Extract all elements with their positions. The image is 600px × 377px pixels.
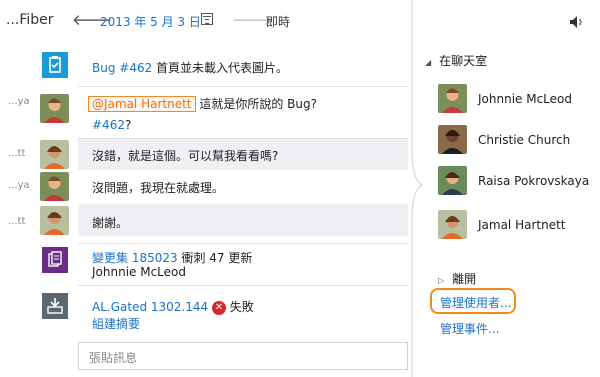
message-text: Bug #462 首頁並未載入代表圖片。: [92, 61, 289, 75]
room-title: ...Fiber: [6, 12, 54, 28]
date-link[interactable]: 2013 年 5 月 3 日: [100, 13, 201, 30]
manage-users-link[interactable]: 管理使用者...: [440, 294, 511, 311]
post-message-input[interactable]: 張貼訊息: [78, 342, 408, 370]
message-text-line2: 組建摘要: [92, 315, 140, 332]
message-row: ...ya @Jamal Hartnett 這就是你所說的 Bug? #462?: [0, 88, 410, 138]
message-row: Bug #462 首頁並未載入代表圖片。: [0, 46, 410, 86]
sender-name: ...tt: [8, 148, 26, 159]
message-text: 謝謝。: [92, 216, 129, 230]
message-author: Johnnie McLeod: [92, 265, 186, 279]
avatar: [40, 172, 69, 201]
room-members-header[interactable]: ◢ 在聊天室: [425, 52, 487, 69]
sender-name: ...tt: [8, 216, 26, 227]
changeset-link[interactable]: 變更集 185023: [92, 251, 178, 265]
sender-name: ...ya: [8, 180, 30, 191]
avatar: [438, 210, 467, 239]
member-name: Jamal Hartnett: [478, 218, 566, 232]
mention-tag[interactable]: @Jamal Hartnett: [88, 96, 196, 112]
build-link[interactable]: AL.Gated 1302.144: [92, 300, 208, 314]
member-jamal[interactable]: Jamal Hartnett: [438, 210, 588, 240]
chat-panel: ...Fiber 🡐 2013 年 5 月 3 日 🡒 即時 Bug #462 …: [0, 0, 410, 377]
member-raisa[interactable]: Raisa Pokrovskaya: [438, 166, 590, 196]
member-name: Johnnie McLeod: [478, 92, 572, 106]
avatar: [438, 125, 467, 154]
speaker-icon[interactable]: [568, 14, 584, 30]
message-row: ...tt 謝謝。: [0, 204, 410, 236]
bug-icon: [42, 52, 68, 78]
message-text: 沒錯，就是這個。可以幫我看看嗎?: [92, 149, 279, 163]
build-status: 失敗: [229, 300, 254, 314]
collapse-triangle-icon: ◢: [425, 58, 432, 67]
member-name: Christie Church: [478, 133, 571, 147]
changeset-icon: [42, 247, 68, 273]
leave-section[interactable]: ▷ 離開: [438, 270, 476, 287]
message-row: AL.Gated 1302.144 ✕ 失敗 組建摘要: [0, 288, 410, 332]
message-row: ...ya 沒問題，我現在就處理。: [0, 170, 410, 202]
member-christie[interactable]: Christie Church: [438, 125, 588, 155]
avatar: [40, 140, 69, 169]
message-text: 變更集 185023 衝刺 47 更新: [92, 251, 253, 265]
expand-triangle-icon: ▷: [438, 276, 445, 285]
bug-link[interactable]: Bug #462: [92, 61, 152, 75]
fail-icon: ✕: [211, 300, 226, 315]
avatar: [438, 84, 467, 113]
avatar: [40, 94, 69, 123]
bug-number-link[interactable]: #462: [92, 118, 125, 132]
member-name: Raisa Pokrovskaya: [478, 174, 590, 188]
member-johnnie[interactable]: Johnnie McLeod: [438, 84, 588, 114]
avatar: [438, 166, 467, 195]
manage-users-highlight: 管理使用者...: [430, 288, 516, 314]
message-text-line2: #462?: [92, 118, 132, 132]
calendar-icon[interactable]: [201, 13, 213, 25]
avatar: [40, 206, 69, 235]
message-text: 沒問題，我現在就處理。: [92, 181, 225, 195]
message-row: 變更集 185023 衝刺 47 更新 Johnnie McLeod: [0, 244, 410, 286]
message-text: AL.Gated 1302.144 ✕ 失敗: [92, 298, 254, 315]
live-button[interactable]: 即時: [266, 13, 290, 30]
build-icon: [42, 293, 68, 319]
sender-name: ...ya: [8, 96, 30, 107]
message-text: @Jamal Hartnett 這就是你所說的 Bug?: [88, 95, 317, 112]
message-row: ...tt 沒錯，就是這個。可以幫我看看嗎?: [0, 139, 410, 170]
manage-events-link[interactable]: 管理事件...: [440, 320, 499, 337]
build-summary-link[interactable]: 組建摘要: [92, 317, 140, 331]
